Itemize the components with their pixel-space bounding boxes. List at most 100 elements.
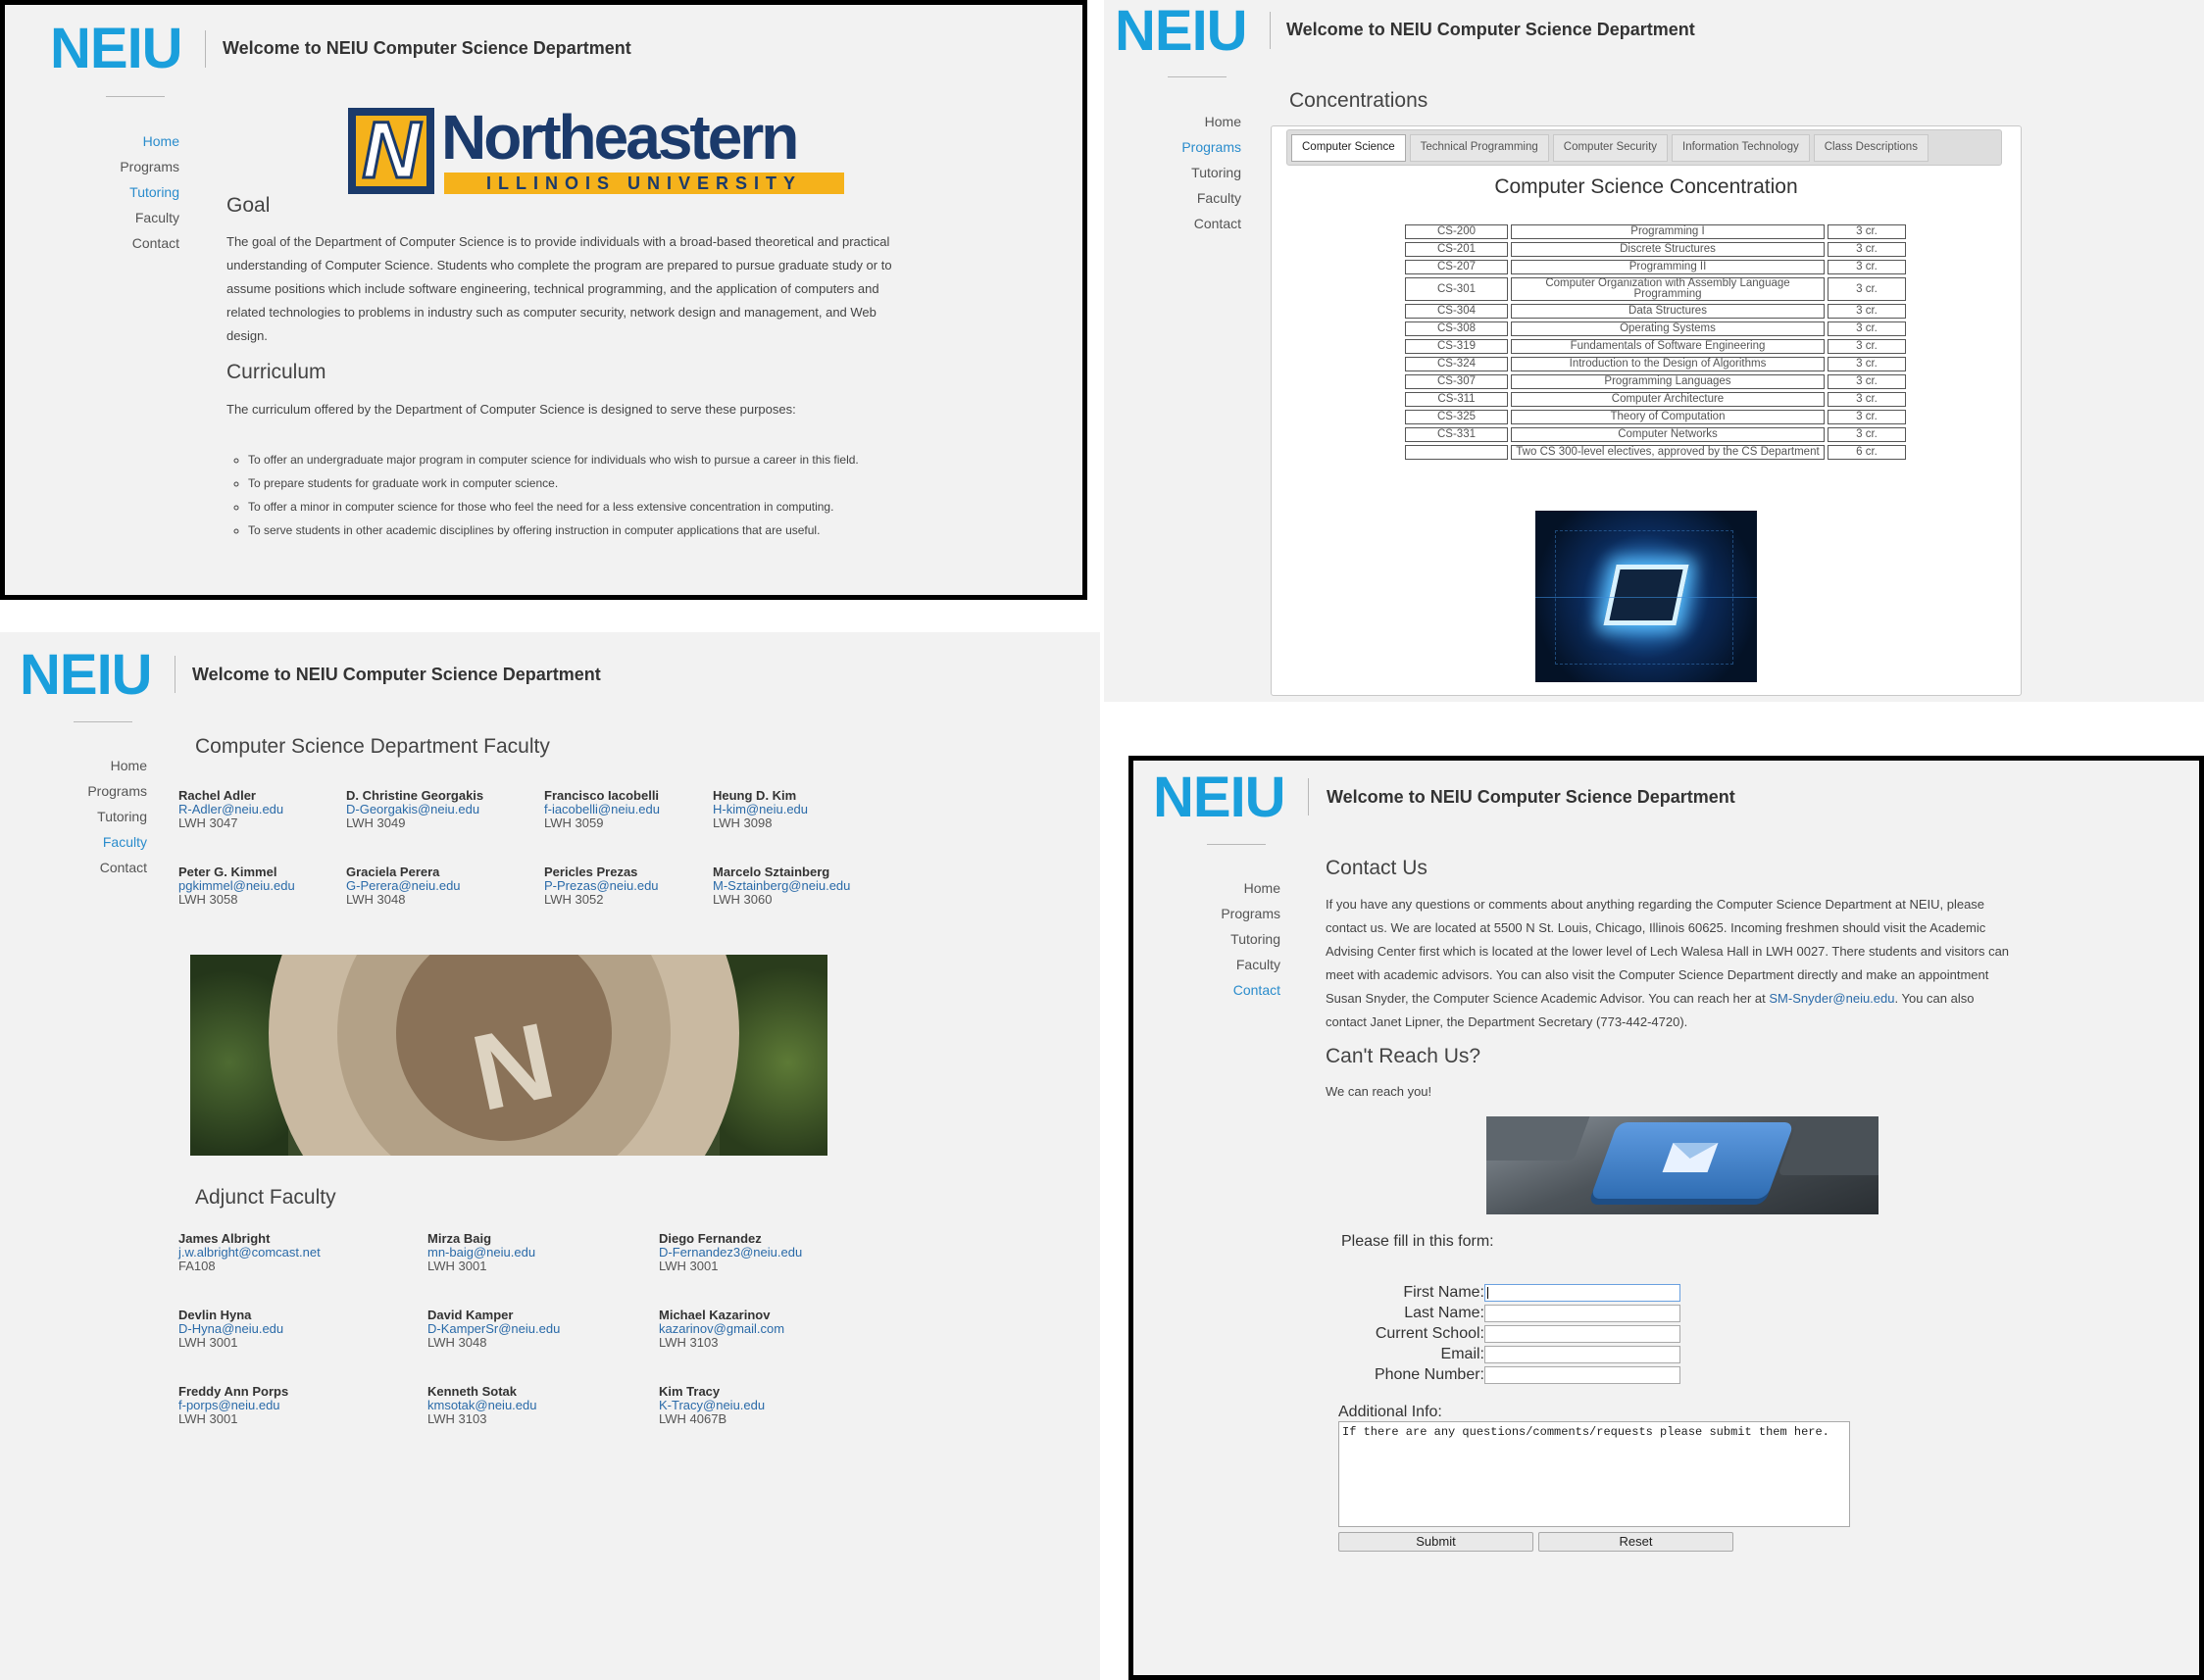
course-code: CS-307 [1405,374,1508,389]
nav-tutoring[interactable]: Tutoring [1153,926,1280,952]
faculty-name: Francisco Iacobelli [544,788,660,803]
course-name: Fundamentals of Software Engineering [1511,339,1825,354]
course-row: CS-304 Data Structures 3 cr. [1405,304,1906,319]
faculty-name: Rachel Adler [178,788,256,803]
adjunct-member: Mirza Baig mn-baig@neiu.edu LWH 3001 [427,1232,535,1273]
nav-home[interactable]: Home [52,128,179,154]
phone-number-field[interactable] [1484,1366,1680,1384]
advisor-email-link[interactable]: SM-Snyder@neiu.edu [1769,991,1894,1006]
neiu-logo[interactable]: NEIU [20,647,153,704]
circuit-chip-image [1535,511,1757,682]
faculty-office: LWH 3103 [427,1411,487,1426]
course-row: CS-308 Operating Systems 3 cr. [1405,321,1906,336]
tab-computer-science[interactable]: Computer Science [1291,134,1406,162]
header-divider [205,30,206,68]
faculty-email[interactable]: P-Prezas@neiu.edu [544,879,659,893]
sidebar-nav: Home Programs Tutoring Faculty Contact [1114,109,1241,236]
additional-info-textarea[interactable]: If there are any questions/comments/requ… [1338,1421,1850,1527]
last-name-label: Last Name: [1404,1305,1484,1321]
faculty-email[interactable]: kazarinov@gmail.com [659,1322,784,1336]
nav-faculty[interactable]: Faculty [1153,952,1280,977]
faculty-email[interactable]: M-Sztainberg@neiu.edu [713,879,850,893]
last-name-field[interactable] [1484,1305,1680,1322]
email-field[interactable] [1484,1346,1680,1363]
nav-programs[interactable]: Programs [20,778,147,804]
nav-tutoring[interactable]: Tutoring [52,179,179,205]
concentrations-heading: Concentrations [1289,89,1428,112]
sidebar-nav: Home Programs Tutoring Faculty Contact [20,753,147,880]
faculty-email[interactable]: H-kim@neiu.edu [713,803,808,816]
faculty-email[interactable]: kmsotak@neiu.edu [427,1399,536,1412]
faculty-email[interactable]: j.w.albright@comcast.net [178,1246,321,1260]
faculty-email[interactable]: K-Tracy@neiu.edu [659,1399,765,1412]
course-code: CS-325 [1405,410,1508,424]
tab-information-technology[interactable]: Information Technology [1672,134,1810,162]
submit-button[interactable]: Submit [1338,1532,1533,1552]
course-row: CS-319 Fundamentals of Software Engineeri… [1405,339,1906,354]
nav-tutoring[interactable]: Tutoring [1114,160,1241,185]
faculty-office: LWH 3049 [346,815,406,830]
faculty-name: Michael Kazarinov [659,1308,771,1322]
course-credits: 3 cr. [1828,277,1906,301]
faculty-office: LWH 3059 [544,815,604,830]
course-code: CS-304 [1405,304,1508,319]
nav-contact[interactable]: Contact [1114,211,1241,236]
tab-technical-programming[interactable]: Technical Programming [1409,134,1549,162]
faculty-email[interactable]: R-Adler@neiu.edu [178,803,283,816]
sidebar-nav: Home Programs Tutoring Faculty Contact [52,128,179,256]
nav-faculty[interactable]: Faculty [20,829,147,855]
nav-contact[interactable]: Contact [1153,977,1280,1003]
nav-home[interactable]: Home [1153,875,1280,901]
faculty-office: LWH 3048 [427,1335,487,1350]
course-code: CS-308 [1405,321,1508,336]
concentration-title: Computer Science Concentration [1494,175,1798,198]
course-row: CS-207 Programming II 3 cr. [1405,260,1906,274]
faculty-email[interactable]: f-porps@neiu.edu [178,1399,288,1412]
reset-button[interactable]: Reset [1538,1532,1733,1552]
campus-plaza-photo: N [190,955,827,1156]
nav-tutoring[interactable]: Tutoring [20,804,147,829]
current-school-field[interactable] [1484,1325,1680,1343]
neiu-logo[interactable]: NEIU [50,21,183,77]
faculty-email[interactable]: D-Georgakis@neiu.edu [346,803,483,816]
list-item: To prepare students for graduate work in… [248,471,859,495]
faculty-name: Peter G. Kimmel [178,865,277,879]
header-divider [1308,778,1309,815]
email-label: Email: [1440,1346,1484,1362]
faculty-email[interactable]: D-KamperSr@neiu.edu [427,1322,560,1336]
faculty-name: D. Christine Georgakis [346,788,484,803]
course-row: CS-324 Introduction to the Design of Algo… [1405,357,1906,371]
faculty-email[interactable]: pgkimmel@neiu.edu [178,879,295,893]
neiu-logo[interactable]: NEIU [1153,769,1286,826]
faculty-email[interactable]: G-Perera@neiu.edu [346,879,461,893]
nav-faculty[interactable]: Faculty [52,205,179,230]
course-credits: 3 cr. [1828,392,1906,407]
first-name-field[interactable] [1484,1284,1680,1302]
nav-home[interactable]: Home [1114,109,1241,134]
faculty-name: Kim Tracy [659,1384,721,1399]
nav-contact[interactable]: Contact [20,855,147,880]
nav-home[interactable]: Home [20,753,147,778]
faculty-email[interactable]: f-iacobelli@neiu.edu [544,803,660,816]
faculty-email[interactable]: D-Hyna@neiu.edu [178,1322,283,1336]
faculty-member: D. Christine Georgakis D-Georgakis@neiu.e… [346,789,483,830]
neiu-logo[interactable]: NEIU [1115,3,1248,60]
nav-programs[interactable]: Programs [1153,901,1280,926]
course-name: Computer Organization with Assembly Lang… [1511,277,1825,301]
faculty-office: LWH 3047 [178,815,238,830]
goal-paragraph: The goal of the Department of Computer S… [226,234,892,343]
faculty-office: LWH 3058 [178,892,238,907]
faculty-heading: Computer Science Department Faculty [195,735,550,758]
faculty-email[interactable]: mn-baig@neiu.edu [427,1246,535,1260]
curriculum-heading: Curriculum [226,361,326,383]
tab-class-descriptions[interactable]: Class Descriptions [1813,134,1928,162]
tab-computer-security[interactable]: Computer Security [1552,134,1669,162]
nav-programs[interactable]: Programs [1114,134,1241,160]
nav-faculty[interactable]: Faculty [1114,185,1241,211]
course-row: CS-331 Computer Networks 3 cr. [1405,427,1906,442]
adjunct-member: James Albright j.w.albright@comcast.net FA… [178,1232,321,1273]
faculty-email[interactable]: D-Fernandez3@neiu.edu [659,1246,802,1260]
nav-programs[interactable]: Programs [52,154,179,179]
nav-contact[interactable]: Contact [52,230,179,256]
course-credits: 3 cr. [1828,321,1906,336]
